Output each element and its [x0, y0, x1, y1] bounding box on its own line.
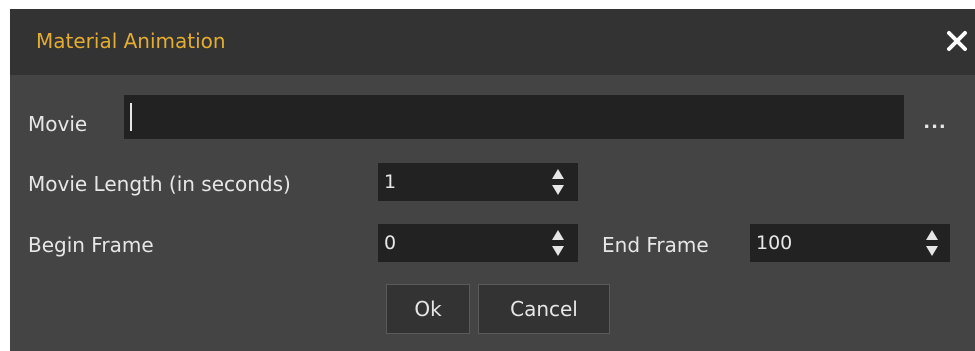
begin-frame-label: Begin Frame: [28, 233, 154, 257]
close-icon: [947, 31, 967, 51]
arrow-down-icon: [552, 185, 564, 195]
movie-length-label: Movie Length (in seconds): [28, 172, 291, 196]
end-frame-input[interactable]: 100: [750, 224, 950, 262]
movie-length-value: 1: [384, 171, 397, 193]
material-animation-dialog: Material Animation Movie ... Movie Lengt…: [10, 9, 975, 351]
begin-frame-input[interactable]: 0: [378, 224, 578, 262]
end-frame-value: 100: [756, 232, 793, 254]
movie-input[interactable]: [124, 95, 904, 139]
end-frame-stepper: [924, 228, 940, 258]
end-frame-label: End Frame: [602, 233, 709, 257]
movie-length-increment[interactable]: [550, 167, 566, 181]
begin-frame-value: 0: [384, 232, 397, 254]
end-frame-increment[interactable]: [924, 228, 940, 242]
end-frame-decrement[interactable]: [924, 244, 940, 258]
text-caret: [130, 103, 132, 131]
arrow-down-icon: [552, 246, 564, 256]
arrow-down-icon: [926, 246, 938, 256]
movie-length-stepper: [550, 167, 566, 197]
ok-button[interactable]: Ok: [386, 284, 470, 334]
dialog-title: Material Animation: [36, 29, 226, 53]
arrow-up-icon: [926, 230, 938, 240]
browse-button[interactable]: ...: [921, 112, 949, 136]
movie-label: Movie: [28, 112, 88, 136]
movie-length-input[interactable]: 1: [378, 163, 578, 201]
begin-frame-increment[interactable]: [550, 228, 566, 242]
begin-frame-stepper: [550, 228, 566, 258]
close-button[interactable]: [939, 23, 975, 59]
dialog-titlebar[interactable]: Material Animation: [10, 9, 975, 75]
begin-frame-decrement[interactable]: [550, 244, 566, 258]
cancel-button[interactable]: Cancel: [478, 284, 610, 334]
arrow-up-icon: [552, 230, 564, 240]
arrow-up-icon: [552, 169, 564, 179]
movie-length-decrement[interactable]: [550, 183, 566, 197]
